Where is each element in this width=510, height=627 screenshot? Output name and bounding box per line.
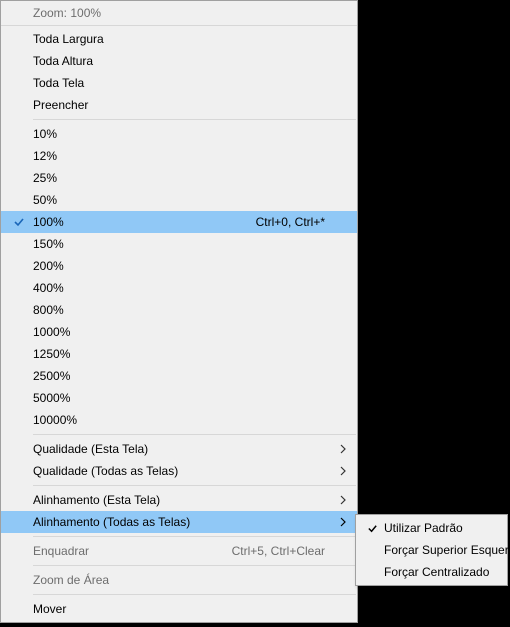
menu-item-alignment-this-screen[interactable]: Alinhamento (Esta Tela) — [1, 489, 357, 511]
menu-item-zoom-10[interactable]: 10% — [1, 123, 357, 145]
menu-item-label: 10% — [33, 127, 337, 141]
menu-item-zoom-5000[interactable]: 5000% — [1, 387, 357, 409]
menu-item-zoom-12[interactable]: 12% — [1, 145, 357, 167]
menu-item-label: 2500% — [33, 369, 337, 383]
menu-item-zoom-1250[interactable]: 1250% — [1, 343, 357, 365]
submenu-arrow-icon — [337, 517, 349, 527]
menu-item-label: 10000% — [33, 413, 337, 427]
menu-item-zoom-25[interactable]: 25% — [1, 167, 357, 189]
menu-item-label: Mover — [33, 602, 337, 616]
menu-item-label: 100% — [33, 215, 256, 229]
menu-item-zoom-150[interactable]: 150% — [1, 233, 357, 255]
menu-item-whole-height[interactable]: Toda Altura — [1, 50, 357, 72]
menu-item-alignment-all-screens[interactable]: Alinhamento (Todas as Telas) — [1, 511, 357, 533]
menu-item-zoom-50[interactable]: 50% — [1, 189, 357, 211]
menu-item-area-zoom: Zoom de Área — [1, 569, 357, 591]
menu-separator — [33, 565, 356, 566]
menu-separator — [33, 536, 356, 537]
zoom-menu[interactable]: Zoom: 100% Toda Largura Toda Altura Toda… — [0, 0, 358, 623]
menu-item-label: Utilizar Padrão — [384, 521, 499, 535]
menu-item-fill[interactable]: Preencher — [1, 94, 357, 116]
menu-item-zoom-1000[interactable]: 1000% — [1, 321, 357, 343]
menu-item-move[interactable]: Mover — [1, 598, 357, 620]
menu-item-whole-screen[interactable]: Toda Tela — [1, 72, 357, 94]
menu-item-zoom-2500[interactable]: 2500% — [1, 365, 357, 387]
menu-item-label: 5000% — [33, 391, 337, 405]
menu-item-label: Qualidade (Todas as Telas) — [33, 464, 337, 478]
menu-item-label: Qualidade (Esta Tela) — [33, 442, 337, 456]
menu-item-label: Alinhamento (Todas as Telas) — [33, 515, 337, 529]
menu-item-label: Forçar Superior Esquerdo — [384, 543, 510, 557]
check-icon — [5, 216, 33, 228]
menu-item-label: 1000% — [33, 325, 337, 339]
submenu-item-force-top-left[interactable]: Forçar Superior Esquerdo — [356, 539, 507, 561]
menu-item-label: Alinhamento (Esta Tela) — [33, 493, 337, 507]
submenu-arrow-icon — [337, 495, 349, 505]
menu-separator — [33, 119, 356, 120]
submenu-item-use-default[interactable]: Utilizar Padrão — [356, 517, 507, 539]
menu-item-label: 150% — [33, 237, 337, 251]
check-icon — [360, 523, 384, 534]
submenu-arrow-icon — [337, 466, 349, 476]
menu-item-quality-this-screen[interactable]: Qualidade (Esta Tela) — [1, 438, 357, 460]
menu-item-label: Zoom de Área — [33, 573, 337, 587]
menu-separator — [33, 485, 356, 486]
menu-item-label: Enquadrar — [33, 544, 232, 558]
menu-item-label: 12% — [33, 149, 337, 163]
menu-item-label: Toda Tela — [33, 76, 337, 90]
menu-item-label: 400% — [33, 281, 337, 295]
menu-item-fit: Enquadrar Ctrl+5, Ctrl+Clear — [1, 540, 357, 562]
submenu-item-force-centered[interactable]: Forçar Centralizado — [356, 561, 507, 583]
menu-item-label: Forçar Centralizado — [384, 565, 499, 579]
menu-item-label: 1250% — [33, 347, 337, 361]
menu-item-label: Toda Largura — [33, 32, 337, 46]
menu-item-zoom-200[interactable]: 200% — [1, 255, 357, 277]
menu-item-label: 800% — [33, 303, 337, 317]
alignment-submenu[interactable]: Utilizar Padrão Forçar Superior Esquerdo… — [355, 514, 508, 586]
menu-item-shortcut: Ctrl+5, Ctrl+Clear — [232, 544, 337, 558]
menu-item-quality-all-screens[interactable]: Qualidade (Todas as Telas) — [1, 460, 357, 482]
menu-item-shortcut: Ctrl+0, Ctrl+* — [256, 215, 337, 229]
menu-header: Zoom: 100% — [1, 1, 357, 26]
menu-item-zoom-10000[interactable]: 10000% — [1, 409, 357, 431]
menu-item-label: 25% — [33, 171, 337, 185]
submenu-arrow-icon — [337, 444, 349, 454]
menu-item-zoom-800[interactable]: 800% — [1, 299, 357, 321]
menu-item-whole-width[interactable]: Toda Largura — [1, 28, 357, 50]
menu-item-label: 50% — [33, 193, 337, 207]
menu-item-zoom-400[interactable]: 400% — [1, 277, 357, 299]
menu-item-zoom-100[interactable]: 100% Ctrl+0, Ctrl+* — [1, 211, 357, 233]
menu-item-label: Preencher — [33, 98, 337, 112]
menu-item-label: 200% — [33, 259, 337, 273]
menu-separator — [33, 434, 356, 435]
menu-item-label: Toda Altura — [33, 54, 337, 68]
menu-separator — [33, 594, 356, 595]
